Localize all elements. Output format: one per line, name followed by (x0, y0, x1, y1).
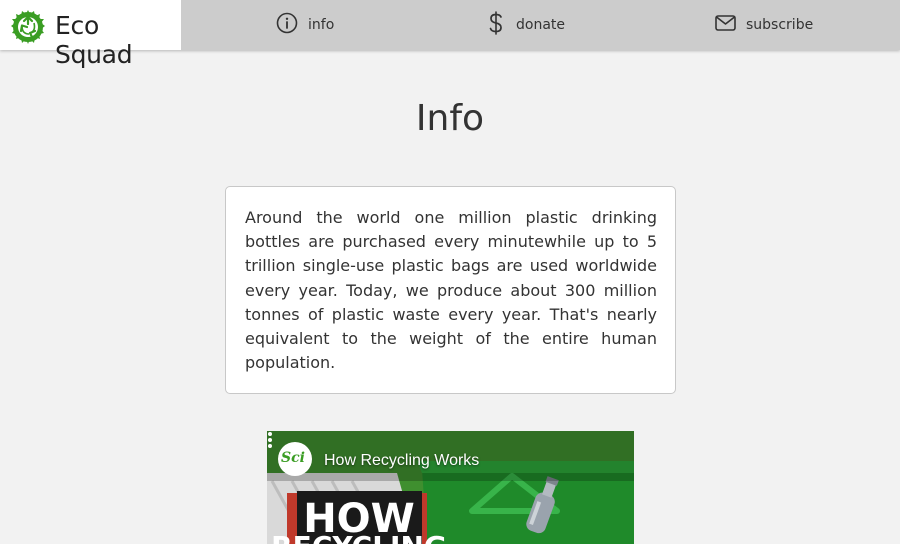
recycle-leaf-logo-icon (11, 10, 45, 44)
channel-avatar-text: Sci (281, 450, 305, 466)
nav-item-subscribe[interactable]: subscribe (715, 0, 813, 50)
envelope-icon (715, 15, 736, 35)
top-navigation-bar: Eco Squad info donate subscribe (0, 0, 900, 69)
info-card: Around the world one million plastic dri… (225, 186, 676, 394)
nav-item-donate-label: donate (516, 17, 566, 33)
nav-item-info-label: info (308, 17, 335, 33)
brand[interactable]: Eco Squad (0, 0, 181, 69)
brand-name: Eco Squad (55, 11, 133, 69)
info-paragraph: Around the world one million plastic dri… (245, 208, 657, 373)
video-title[interactable]: How Recycling Works (324, 452, 479, 470)
channel-avatar[interactable]: Sci (278, 442, 312, 476)
more-vert-icon[interactable] (267, 431, 273, 449)
dollar-icon (486, 10, 506, 40)
video-thumbnail: HOW RECYCLING (267, 431, 634, 544)
nav-item-info[interactable]: info (276, 0, 334, 50)
nav-item-donate[interactable]: donate (486, 0, 565, 50)
nav-item-subscribe-label: subscribe (746, 17, 814, 33)
page-title: Info (415, 98, 485, 139)
video-embed[interactable]: HOW RECYCLING Sci How Recycling Works (267, 431, 634, 544)
info-circle-icon (276, 12, 298, 38)
thumbnail-text-recycling: RECYCLING (271, 530, 447, 544)
